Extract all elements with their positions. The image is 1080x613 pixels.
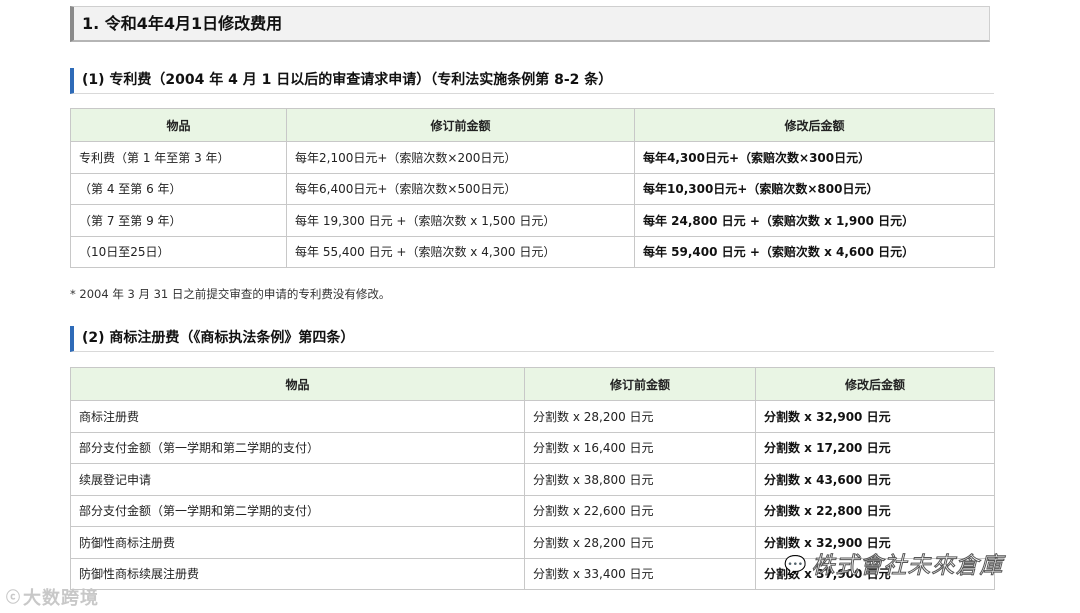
watermark-right: 💬 株式會社未來倉庫 xyxy=(783,546,1004,580)
table-row: 专利费（第 1 年至第 3 年） 每年2,100日元+（索赔次数×200日元） … xyxy=(70,141,995,174)
table-header-row: 物品 修订前金额 修改后金额 xyxy=(70,367,995,401)
table-row: （第 7 至第 9 年） 每年 19,300 日元 +（索赔次数 x 1,500… xyxy=(70,204,995,237)
cell-item: （第 7 至第 9 年） xyxy=(70,204,287,237)
section-title-patent-fees: (1) 专利费（2004 年 4 月 1 日以后的审查请求申请）（专利法实施条例… xyxy=(70,68,994,94)
cell-after: 分割数 x 43,600 日元 xyxy=(755,463,995,496)
cell-before: 每年 55,400 日元 +（索赔次数 x 4,300 日元） xyxy=(286,235,635,268)
cell-after: 分割数 x 22,800 日元 xyxy=(755,494,995,527)
chat-bubble-icon: 💬 xyxy=(783,555,808,577)
cell-item: 商标注册费 xyxy=(70,400,525,433)
logo-icon: ⓒ xyxy=(6,590,21,606)
cell-item: （第 4 至第 6 年） xyxy=(70,172,287,205)
footnote: * 2004 年 3 月 31 日之前提交审查的申请的专利费没有修改。 xyxy=(70,287,391,301)
section-title-trademark-fees: (2) 商标注册费（《商标执法条例》第四条） xyxy=(70,326,994,352)
cell-item: （10日至25日） xyxy=(70,235,287,268)
table-row: 部分支付金额（第一学期和第二学期的支付） 分割数 x 16,400 日元 分割数… xyxy=(70,431,995,464)
watermark-left-text: 大数跨境 xyxy=(23,588,99,609)
cell-before: 分割数 x 38,800 日元 xyxy=(524,463,756,496)
cell-item: 部分支付金额（第一学期和第二学期的支付） xyxy=(70,494,525,527)
table-row: 部分支付金额（第一学期和第二学期的支付） 分割数 x 22,600 日元 分割数… xyxy=(70,494,995,527)
cell-before: 每年2,100日元+（索赔次数×200日元） xyxy=(286,141,635,174)
cell-after: 每年10,300日元+（索赔次数×800日元） xyxy=(634,172,995,205)
cell-after: 每年 24,800 日元 +（索赔次数 x 1,900 日元） xyxy=(634,204,995,237)
patent-fee-table: 物品 修订前金额 修改后金额 专利费（第 1 年至第 3 年） 每年2,100日… xyxy=(70,108,995,268)
watermark-right-text: 株式會社未來倉庫 xyxy=(811,553,1004,580)
table-row: （10日至25日） 每年 55,400 日元 +（索赔次数 x 4,300 日元… xyxy=(70,235,995,268)
column-header-after: 修改后金额 xyxy=(634,108,995,142)
cell-item: 防御性商标续展注册费 xyxy=(70,557,525,590)
cell-before: 分割数 x 22,600 日元 xyxy=(524,494,756,527)
table-row: （第 4 至第 6 年） 每年6,400日元+（索赔次数×500日元） 每年10… xyxy=(70,172,995,205)
cell-before: 分割数 x 28,200 日元 xyxy=(524,526,756,559)
column-header-item: 物品 xyxy=(70,108,287,142)
table-header-row: 物品 修订前金额 修改后金额 xyxy=(70,108,995,142)
cell-item: 部分支付金额（第一学期和第二学期的支付） xyxy=(70,431,525,464)
cell-before: 分割数 x 16,400 日元 xyxy=(524,431,756,464)
table-row: 商标注册费 分割数 x 28,200 日元 分割数 x 32,900 日元 xyxy=(70,400,995,433)
column-header-after: 修改后金额 xyxy=(755,367,995,401)
page-title: 1. 令和4年4月1日修改费用 xyxy=(70,6,990,42)
column-header-before: 修订前金额 xyxy=(524,367,756,401)
table-row: 续展登记申请 分割数 x 38,800 日元 分割数 x 43,600 日元 xyxy=(70,463,995,496)
cell-item: 续展登记申请 xyxy=(70,463,525,496)
cell-before: 每年 19,300 日元 +（索赔次数 x 1,500 日元） xyxy=(286,204,635,237)
watermark-left: ⓒ 大数跨境 xyxy=(6,584,99,610)
cell-before: 分割数 x 33,400 日元 xyxy=(524,557,756,590)
cell-after: 每年 59,400 日元 +（索赔次数 x 4,600 日元） xyxy=(634,235,995,268)
cell-item: 防御性商标注册费 xyxy=(70,526,525,559)
column-header-item: 物品 xyxy=(70,367,525,401)
cell-before: 分割数 x 28,200 日元 xyxy=(524,400,756,433)
cell-item: 专利费（第 1 年至第 3 年） xyxy=(70,141,287,174)
cell-before: 每年6,400日元+（索赔次数×500日元） xyxy=(286,172,635,205)
column-header-before: 修订前金额 xyxy=(286,108,635,142)
cell-after: 每年4,300日元+（索赔次数×300日元） xyxy=(634,141,995,174)
cell-after: 分割数 x 32,900 日元 xyxy=(755,400,995,433)
cell-after: 分割数 x 17,200 日元 xyxy=(755,431,995,464)
